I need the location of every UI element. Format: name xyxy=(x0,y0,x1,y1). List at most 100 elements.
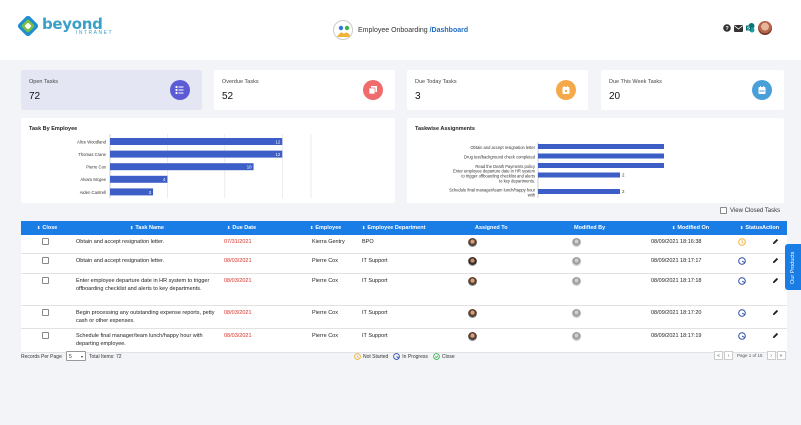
modified-on-cell: 08/09/2021 18:17:19 xyxy=(626,328,716,353)
assigned-avatar[interactable] xyxy=(468,332,477,341)
data-label: 12 xyxy=(276,139,281,144)
employee-cell: Pierre Cox xyxy=(265,273,356,306)
col-assigned-to[interactable]: Assigned To xyxy=(445,221,536,235)
close-checkbox[interactable] xyxy=(42,276,49,284)
header-icons: ? S xyxy=(722,21,772,35)
category-label: to key departments. xyxy=(499,179,535,184)
col-close[interactable]: ⬍ Close xyxy=(21,221,73,235)
assigned-avatar[interactable] xyxy=(468,257,477,267)
modified-by-avatar[interactable] xyxy=(572,332,581,341)
view-closed-checkbox[interactable] xyxy=(720,207,727,214)
view-closed-toggle[interactable]: View Closed Tasks xyxy=(720,207,780,214)
title-prefix: Employee Onboarding xyxy=(358,26,430,34)
category-label: Thomas Crane xyxy=(78,152,106,157)
assigned-avatar[interactable] xyxy=(468,276,477,286)
category-label: with xyxy=(528,193,536,198)
modified-by-avatar[interactable] xyxy=(572,276,581,286)
bar xyxy=(538,172,620,178)
assigned-avatar[interactable] xyxy=(468,238,477,247)
stat-label: Overdue Tasks xyxy=(222,79,259,85)
modified-by-avatar[interactable] xyxy=(572,238,581,247)
table-row[interactable]: Schedule final manager/team lunch/happy … xyxy=(21,328,787,353)
assigned-avatar[interactable] xyxy=(468,308,477,318)
close-checkbox[interactable] xyxy=(42,257,49,265)
due-date-cell: 07/31/2021 xyxy=(221,235,265,255)
bar xyxy=(538,144,664,149)
calendar-week-icon xyxy=(752,80,772,100)
stat-card-due-this-week[interactable]: Due This Week Tasks 20 xyxy=(601,70,784,110)
due-date-cell: 08/03/2021 xyxy=(221,328,265,353)
close-checkbox[interactable] xyxy=(42,308,49,316)
brand-sub: INTRANET xyxy=(76,29,113,36)
onboarding-icon xyxy=(333,20,353,40)
title-link[interactable]: /Dashboard xyxy=(430,27,469,34)
col-modified-by[interactable]: Modified By xyxy=(536,221,626,235)
col-modified-on[interactable]: ⬍ Modified On xyxy=(626,221,716,235)
employee-cell: Pierre Cox xyxy=(265,253,356,274)
page-info: Page 1 of 15 xyxy=(737,353,763,358)
edit-icon[interactable] xyxy=(772,257,779,264)
close-checkbox[interactable] xyxy=(42,332,49,339)
table-header-row: ⬍ Close ⬍ Task Name ⬍ Due Date ⬍ Employee ⬍ E… xyxy=(21,221,787,235)
edit-icon[interactable] xyxy=(772,332,779,339)
records-per-page-select[interactable]: 5 ▾ xyxy=(66,351,86,361)
our-products-tab[interactable]: Our Products xyxy=(785,244,801,290)
category-label: Alvaro Mcgee xyxy=(80,177,106,182)
modified-on-cell: 08/09/2021 18:16:38 xyxy=(626,235,716,255)
user-avatar[interactable] xyxy=(758,21,772,35)
not-started-icon xyxy=(738,238,746,246)
task-name-cell: Obtain and accept resignation letter. xyxy=(73,253,221,274)
calendar-icon xyxy=(556,80,576,100)
task-name-cell: Begin processing any outstanding expense… xyxy=(73,305,221,329)
close-checkbox[interactable] xyxy=(42,238,49,245)
legend-close: Close xyxy=(433,353,455,360)
modified-on-cell: 08/09/2021 18:17:17 xyxy=(626,253,716,274)
table-footer: Records Per Page 5 ▾ Total Items: 72 Not … xyxy=(21,351,787,363)
table-row[interactable]: Obtain and accept resignation letter. 08/… xyxy=(21,253,787,274)
prev-page-button[interactable]: ‹ xyxy=(724,351,733,360)
bar xyxy=(110,150,283,158)
col-due-date[interactable]: ⬍ Due Date xyxy=(221,221,265,235)
stat-value: 52 xyxy=(222,91,234,102)
col-employee[interactable]: ⬍ Employee xyxy=(265,221,356,235)
taskwise-assignments-chart: Obtain and accept resignation letter Drug… xyxy=(449,142,664,198)
modified-by-avatar[interactable] xyxy=(572,308,581,318)
mail-icon[interactable] xyxy=(734,24,743,33)
data-label: 10 xyxy=(247,165,252,170)
brand-logo[interactable]: beyond INTRANET xyxy=(16,14,113,38)
bar xyxy=(110,138,283,145)
help-icon[interactable]: ? xyxy=(722,24,731,33)
table-row[interactable]: Begin processing any outstanding expense… xyxy=(21,305,787,329)
edit-icon[interactable] xyxy=(772,238,779,245)
col-status[interactable]: ⬍ Status xyxy=(716,221,762,235)
last-page-button[interactable]: » xyxy=(776,351,786,360)
edit-icon[interactable] xyxy=(772,309,779,316)
stat-card-due-today[interactable]: Due Today Tasks 3 xyxy=(407,70,588,110)
employee-cell: Pierre Cox xyxy=(265,328,356,353)
category-label: Aiden Cantrell xyxy=(80,190,106,195)
due-date-cell: 08/03/2021 xyxy=(221,305,265,329)
edit-icon[interactable] xyxy=(772,277,779,284)
task-by-employee-chart: Alice Woodland 12 Thomas Crane 12 Pierre Cox… xyxy=(77,134,312,198)
stat-card-overdue-tasks[interactable]: Overdue Tasks 52 xyxy=(214,70,395,110)
employee-cell: Pierre Cox xyxy=(265,305,356,329)
stat-label: Open Tasks xyxy=(29,79,58,85)
department-cell: IT Support xyxy=(356,328,445,353)
modified-by-avatar[interactable] xyxy=(572,257,581,267)
category-label: Pierre Cox xyxy=(86,165,107,170)
table-row[interactable]: Obtain and accept resignation letter. 07/… xyxy=(21,235,787,255)
bar xyxy=(110,188,154,196)
side-tab-label: Our Products xyxy=(790,251,796,284)
page-title: Employee Onboarding /Dashboard xyxy=(333,20,468,40)
first-page-button[interactable]: « xyxy=(714,351,723,360)
sharepoint-icon[interactable]: S xyxy=(746,23,755,33)
data-label: 2 xyxy=(622,173,625,178)
table-row[interactable]: Enter employee departure date in HR syst… xyxy=(21,273,787,306)
next-page-button[interactable]: › xyxy=(766,351,776,360)
stat-card-open-tasks[interactable]: Open Tasks 72 xyxy=(21,70,202,110)
due-date-cell: 08/03/2021 xyxy=(221,253,265,274)
col-task-name[interactable]: ⬍ Task Name xyxy=(73,221,221,235)
task-name-cell: Obtain and accept resignation letter. xyxy=(73,235,221,255)
department-cell: BPO xyxy=(356,235,445,255)
col-employee-department[interactable]: ⬍ Employee Department xyxy=(356,221,445,235)
